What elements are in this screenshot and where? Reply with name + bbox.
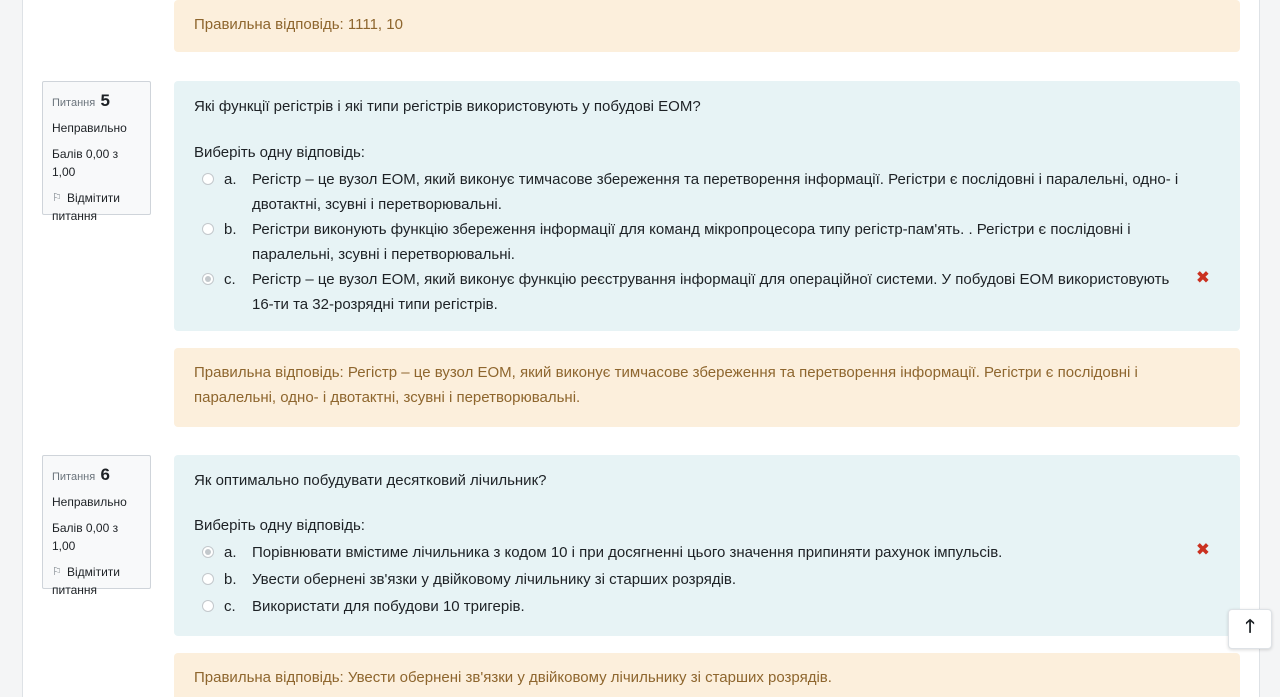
radio-button[interactable] bbox=[202, 600, 214, 612]
back-to-top-button[interactable]: 🡑 bbox=[1228, 609, 1272, 649]
option-text-line2: двотактні, зсувні і перетворювальні. bbox=[252, 196, 502, 213]
flag-label-line1: Відмітити bbox=[67, 191, 120, 205]
answer-option-a[interactable]: a. Порівнювати вмістиме лічильника з код… bbox=[202, 540, 1200, 565]
incorrect-icon: ✖ bbox=[1195, 268, 1210, 287]
question-formulation-5: Які функції регістрів і які типи регістр… bbox=[174, 81, 1240, 331]
option-text-line2: паралельні, зсувні і перетворювальні. bbox=[252, 246, 515, 263]
option-text: Регістри виконують функцію збереження ін… bbox=[252, 217, 1200, 267]
answer-prompt: Виберіть одну відповідь: bbox=[194, 517, 365, 534]
radio-button[interactable] bbox=[202, 573, 214, 585]
correct-answer-feedback: Правильна відповідь: Увести обернені зв'… bbox=[174, 653, 1240, 697]
option-letter: c. bbox=[224, 271, 236, 288]
question-number: Питання 5 bbox=[52, 91, 142, 111]
option-text: Регістр – це вузол ЕОМ, який виконує тим… bbox=[252, 167, 1200, 217]
answer-option-c[interactable]: c. Регістр – це вузол ЕОМ, який виконує … bbox=[202, 267, 1200, 317]
question-state: Неправильно bbox=[52, 495, 127, 509]
flag-icon: ⚐ bbox=[52, 566, 62, 578]
question-text: Які функції регістрів і які типи регістр… bbox=[194, 98, 701, 115]
flag-label-line2: питання bbox=[52, 583, 97, 597]
correct-answer-feedback: Правильна відповідь: 1111, 10 bbox=[174, 0, 1240, 52]
question-info-6: Питання 6 Неправильно Балів 0,00 з 1,00 … bbox=[42, 455, 151, 597]
answer-option-a[interactable]: a. Регістр – це вузол ЕОМ, який виконує … bbox=[202, 167, 1200, 217]
flag-question-button[interactable]: ⚐ Відмітити питання bbox=[52, 189, 142, 225]
question-info-5: Питання 5 Неправильно Балів 0,00 з 1,00 … bbox=[42, 81, 151, 223]
radio-button[interactable] bbox=[202, 223, 214, 235]
flag-question-button[interactable]: ⚐ Відмітити питання bbox=[52, 563, 142, 599]
option-letter: a. bbox=[224, 171, 237, 188]
flag-question-label: Відмітити питання bbox=[52, 189, 120, 225]
question-number-value: 6 bbox=[100, 465, 111, 484]
option-letter: b. bbox=[224, 571, 237, 588]
quiz-review-page: Правильна відповідь: 1111, 10 Питання 5 … bbox=[22, 0, 1260, 697]
arrow-up-icon: 🡑 bbox=[1245, 616, 1255, 636]
flag-label-line1: Відмітити bbox=[67, 565, 120, 579]
flag-label-line2: питання bbox=[52, 209, 97, 223]
option-text-line1: Регістр – це вузол ЕОМ, який виконує фун… bbox=[252, 271, 1170, 288]
feedback-text: Правильна відповідь: 1111, 10 bbox=[194, 16, 403, 33]
question-number-value: 5 bbox=[100, 91, 111, 110]
radio-button-checked[interactable] bbox=[202, 273, 214, 285]
question-text: Як оптимально побудувати десятковий лічи… bbox=[194, 472, 547, 489]
option-letter: b. bbox=[224, 221, 237, 238]
answer-option-c[interactable]: c. Використати для побудови 10 тригерів. bbox=[202, 594, 1200, 619]
answer-option-b[interactable]: b. Регістри виконують функцію збереження… bbox=[202, 217, 1200, 267]
flag-icon: ⚐ bbox=[52, 192, 62, 204]
question-formulation-6: Як оптимально побудувати десятковий лічи… bbox=[174, 455, 1240, 636]
answer-prompt: Виберіть одну відповідь: bbox=[194, 144, 365, 161]
option-text-line2: 16-ти та 32-розрядні типи регістрів. bbox=[252, 296, 498, 313]
answer-option-b[interactable]: b. Увести обернені зв'язки у двійковому … bbox=[202, 567, 1200, 592]
question-grade: Балів 0,00 з 1,00 bbox=[52, 147, 119, 179]
flag-question-label: Відмітити питання bbox=[52, 563, 120, 599]
question-state: Неправильно bbox=[52, 121, 127, 135]
feedback-text-line2: паралельні, одно- і двотактні, зсувні і … bbox=[194, 389, 581, 406]
question-label: Питання bbox=[52, 97, 96, 109]
option-text: Увести обернені зв'язки у двійковому ліч… bbox=[252, 571, 737, 588]
feedback-text-line1: Правильна відповідь: Регістр – це вузол … bbox=[194, 364, 1138, 381]
incorrect-icon: ✖ bbox=[1195, 540, 1210, 559]
option-letter: a. bbox=[224, 544, 237, 561]
radio-button-checked[interactable] bbox=[202, 546, 214, 558]
question-number: Питання 6 bbox=[52, 465, 142, 485]
option-letter: c. bbox=[224, 598, 236, 615]
option-text: Порівнювати вмістиме лічильника з кодом … bbox=[252, 544, 1003, 561]
option-text-line1: Регістри виконують функцію збереження ін… bbox=[252, 221, 1131, 238]
radio-button[interactable] bbox=[202, 173, 214, 185]
correct-answer-feedback: Правильна відповідь: Регістр – це вузол … bbox=[174, 348, 1240, 427]
feedback-text: Правильна відповідь: Увести обернені зв'… bbox=[194, 669, 832, 686]
option-text: Регістр – це вузол ЕОМ, який виконує фун… bbox=[252, 267, 1200, 317]
option-text-line1: Регістр – це вузол ЕОМ, який виконує тим… bbox=[252, 171, 1179, 188]
option-text: Використати для побудови 10 тригерів. bbox=[252, 598, 525, 615]
question-grade: Балів 0,00 з 1,00 bbox=[52, 521, 119, 553]
question-label: Питання bbox=[52, 471, 96, 483]
